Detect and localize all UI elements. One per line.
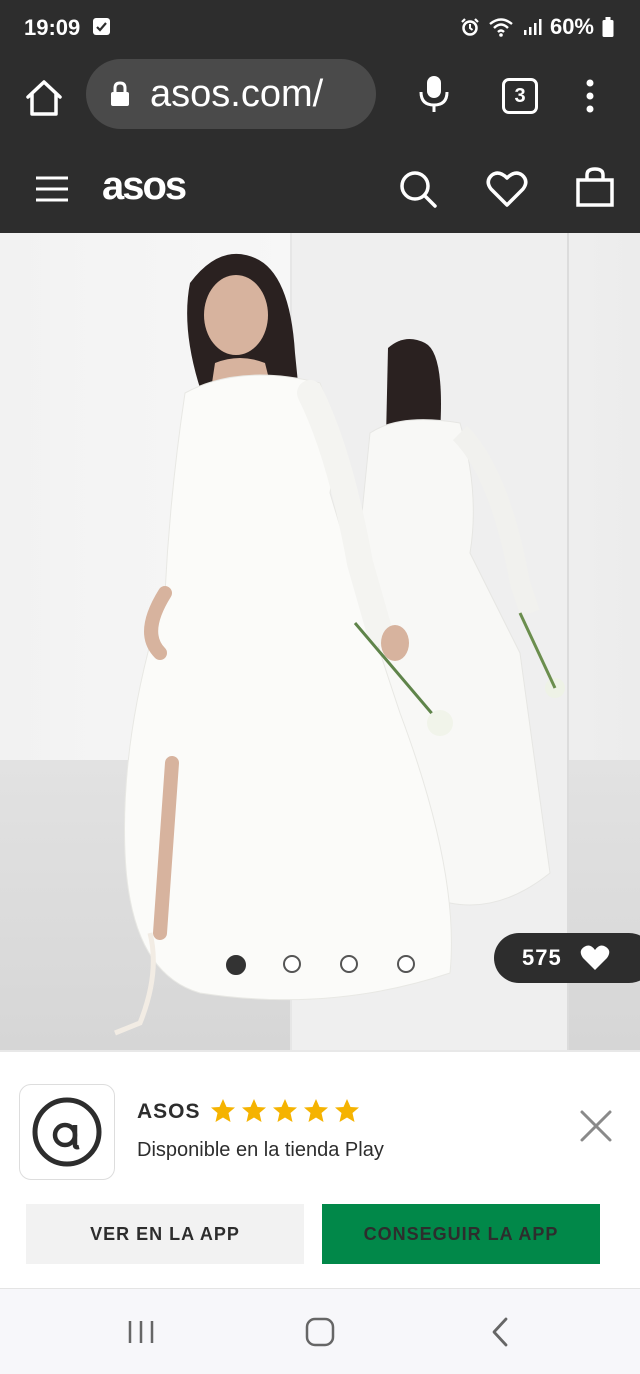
pagination-dot-1[interactable] <box>226 955 246 975</box>
battery-percentage: 60% <box>549 14 594 39</box>
alarm-icon <box>461 18 479 36</box>
app-availability-text: Disponible en la tienda Play <box>137 1139 384 1161</box>
battery-icon <box>602 17 614 37</box>
heart-filled-icon <box>580 945 610 970</box>
star-icon <box>242 1099 266 1122</box>
menu-icon[interactable] <box>34 174 70 204</box>
url-text: asos.com/ <box>150 73 324 115</box>
pagination-dot-4[interactable] <box>397 955 415 973</box>
lock-icon <box>111 81 129 106</box>
close-icon[interactable] <box>578 1108 614 1144</box>
likes-count: 575 <box>522 945 562 970</box>
asos-logo[interactable]: asos <box>102 164 187 209</box>
wifi-icon <box>489 18 513 37</box>
microphone-icon[interactable] <box>416 74 452 114</box>
notification-check-icon <box>93 18 110 35</box>
star-icon <box>273 1099 297 1122</box>
home-button-icon[interactable] <box>305 1317 335 1347</box>
back-icon[interactable] <box>488 1316 512 1348</box>
recent-apps-icon[interactable] <box>126 1319 156 1345</box>
signal-icon <box>523 19 542 35</box>
star-icon <box>304 1099 328 1122</box>
model-in-dress-illustration <box>114 253 565 1036</box>
site-header: asos <box>0 144 640 233</box>
browser-toolbar: asos.com/ 3 <box>0 56 640 144</box>
url-bar[interactable]: asos.com/ <box>86 59 376 129</box>
pagination-dot-2[interactable] <box>283 955 301 973</box>
search-icon[interactable] <box>398 169 438 209</box>
saved-items-heart-icon[interactable] <box>486 170 528 208</box>
asos-app-icon <box>19 1084 115 1180</box>
status-bar: 19:09 60% <box>0 0 640 56</box>
product-image-gallery[interactable]: 575 <box>0 233 640 1050</box>
star-icon <box>211 1099 235 1122</box>
rating-stars <box>210 1098 360 1123</box>
view-in-app-button[interactable]: VER EN LA APP <box>26 1204 304 1264</box>
home-icon[interactable] <box>22 76 66 120</box>
star-icon <box>335 1099 359 1122</box>
tab-switcher-button[interactable]: 3 <box>502 78 538 114</box>
status-indicators: 60% <box>460 14 614 40</box>
likes-button[interactable]: 575 <box>494 933 640 983</box>
shopping-bag-icon[interactable] <box>575 166 615 208</box>
app-name: ASOS <box>137 1100 201 1123</box>
app-install-banner: ASOS Disponible en la tienda Play VER EN… <box>0 1050 640 1290</box>
get-app-button[interactable]: CONSEGUIR LA APP <box>322 1204 600 1264</box>
more-options-icon[interactable] <box>580 76 600 116</box>
system-navigation-bar <box>0 1288 640 1374</box>
status-time: 19:09 <box>24 15 81 40</box>
pagination-dot-3[interactable] <box>340 955 358 973</box>
